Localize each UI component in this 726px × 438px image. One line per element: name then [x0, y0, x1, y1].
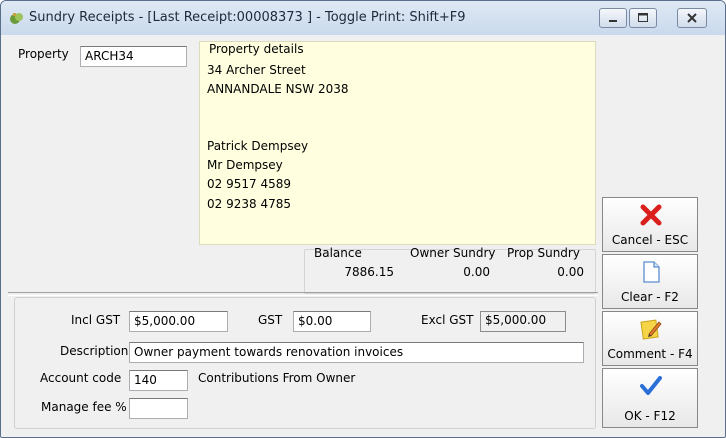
minimize-icon — [609, 20, 617, 22]
owner-sundry-value: 0.00 — [463, 265, 490, 279]
contact-phone-2: 02 9238 4785 — [207, 197, 291, 211]
contact-phone-1: 02 9517 4589 — [207, 177, 291, 191]
property-label: Property — [18, 47, 69, 61]
clear-button[interactable]: Clear - F2 — [602, 254, 698, 309]
incl-gst-input[interactable]: $5,000.00 — [129, 311, 228, 332]
minimize-button[interactable] — [599, 8, 627, 28]
address-line-2: ANNANDALE NSW 2038 — [207, 82, 349, 96]
separator — [8, 292, 598, 296]
comment-button[interactable]: Comment - F4 — [602, 311, 698, 366]
close-icon — [687, 13, 697, 23]
ok-button[interactable]: OK - F12 — [602, 368, 698, 428]
comment-button-label: Comment - F4 — [607, 347, 693, 361]
property-details-legend: Property details — [207, 42, 306, 56]
cancel-button-label: Cancel - ESC — [611, 233, 689, 247]
excl-gst-label: Excl GST — [421, 313, 474, 327]
prop-sundry-label: Prop Sundry — [507, 246, 580, 260]
owner-sundry-label: Owner Sundry — [410, 246, 496, 260]
sundry-receipts-window: Sundry Receipts - [Last Receipt:00008373… — [0, 0, 726, 438]
window-title: Sundry Receipts - [Last Receipt:00008373… — [29, 10, 466, 25]
description-input[interactable]: Owner payment towards renovation invoice… — [129, 342, 584, 363]
contact-salutation: Mr Dempsey — [207, 158, 283, 172]
balance-label: Balance — [314, 246, 362, 260]
close-button[interactable] — [677, 8, 707, 28]
blank-page-icon — [643, 261, 660, 283]
title-bar[interactable]: Sundry Receipts - [Last Receipt:00008373… — [1, 1, 725, 35]
maximize-button[interactable] — [629, 8, 657, 28]
excl-gst-readonly: $5,000.00 — [480, 311, 566, 332]
check-icon — [640, 376, 662, 395]
gst-input[interactable]: $0.00 — [293, 311, 371, 332]
contact-name: Patrick Dempsey — [207, 139, 309, 153]
property-input[interactable]: ARCH34 — [80, 46, 187, 67]
red-x-icon — [640, 204, 662, 226]
description-label: Description — [60, 344, 129, 358]
ok-button-label: OK - F12 — [624, 409, 676, 423]
account-code-label: Account code — [40, 371, 122, 385]
incl-gst-label: Incl GST — [71, 313, 121, 327]
address-line-1: 34 Archer Street — [207, 63, 306, 77]
manage-fee-label: Manage fee % — [41, 400, 127, 414]
client-area: Property ARCH34 Property details 34 Arch… — [8, 35, 718, 432]
gst-label: GST — [258, 313, 283, 327]
maximize-icon — [638, 13, 648, 22]
app-icon — [10, 13, 23, 24]
prop-sundry-value: 0.00 — [557, 265, 584, 279]
clear-button-label: Clear - F2 — [621, 290, 679, 304]
manage-fee-input[interactable] — [129, 398, 188, 419]
note-pencil-icon — [640, 319, 662, 340]
cancel-button[interactable]: Cancel - ESC — [602, 197, 698, 252]
account-code-input[interactable]: 140 — [129, 370, 188, 391]
account-name: Contributions From Owner — [198, 371, 356, 385]
balance-value: 7886.15 — [344, 265, 394, 279]
